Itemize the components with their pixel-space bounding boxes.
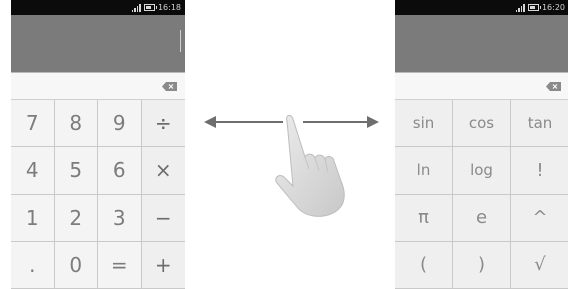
key-tan[interactable]: tan: [511, 100, 568, 148]
delete-row: [11, 72, 185, 100]
key-5[interactable]: 5: [54, 147, 98, 195]
basic-keypad: 7 8 9 ÷ 4 5 6 × 1 2 3 − . 0 = +: [11, 100, 185, 289]
status-time: 16:20: [541, 3, 565, 12]
key-plus[interactable]: +: [141, 241, 185, 289]
arrow-left-icon: [204, 116, 283, 128]
key-4[interactable]: 4: [11, 147, 55, 195]
key-cos[interactable]: cos: [453, 100, 511, 148]
key-0[interactable]: 0: [54, 241, 98, 289]
scientific-keypad: sin cos tan ln log ! π e ^ ( ) √: [395, 100, 568, 289]
key-8[interactable]: 8: [54, 100, 98, 148]
battery-icon: [143, 4, 157, 11]
key-7[interactable]: 7: [11, 100, 55, 148]
status-bar: 16:18: [11, 0, 185, 15]
key-divide[interactable]: ÷: [141, 100, 185, 148]
key-3[interactable]: 3: [98, 194, 142, 242]
arrow-right-icon: [303, 116, 379, 128]
backspace-icon[interactable]: [162, 82, 177, 91]
key-2[interactable]: 2: [54, 194, 98, 242]
calculator-display[interactable]: [11, 15, 185, 72]
key-factorial[interactable]: !: [511, 147, 568, 195]
status-time: 16:18: [157, 3, 181, 12]
text-cursor: [180, 30, 181, 52]
hand-swipe-icon: [275, 114, 345, 217]
key-sin[interactable]: sin: [395, 100, 453, 148]
key-e[interactable]: e: [453, 194, 511, 242]
key-minus[interactable]: −: [141, 194, 185, 242]
signal-icon: [515, 3, 525, 12]
key-pi[interactable]: π: [395, 194, 453, 242]
backspace-icon[interactable]: [546, 82, 561, 91]
key-9[interactable]: 9: [98, 100, 142, 148]
calculator-screen-scientific: 16:20 sin cos tan ln log ! π e ^ ( ) √: [395, 0, 568, 289]
calculator-display[interactable]: [395, 15, 568, 72]
key-1[interactable]: 1: [11, 194, 55, 242]
calculator-screen-basic: 16:18 7 8 9 ÷ 4 5 6 × 1 2 3 − . 0 = +: [11, 0, 185, 289]
swipe-gesture-illustration: [204, 114, 379, 217]
key-multiply[interactable]: ×: [141, 147, 185, 195]
status-bar: 16:20: [395, 0, 568, 15]
key-open-paren[interactable]: (: [395, 241, 453, 289]
battery-icon: [527, 4, 541, 11]
delete-row: [395, 72, 568, 100]
key-ln[interactable]: ln: [395, 147, 453, 195]
key-power[interactable]: ^: [511, 195, 568, 242]
key-sqrt[interactable]: √: [511, 242, 568, 289]
key-equals[interactable]: =: [98, 241, 142, 289]
key-log[interactable]: log: [453, 147, 511, 195]
signal-icon: [131, 3, 141, 12]
key-decimal[interactable]: .: [11, 241, 55, 289]
key-6[interactable]: 6: [98, 147, 142, 195]
key-close-paren[interactable]: ): [453, 241, 511, 289]
